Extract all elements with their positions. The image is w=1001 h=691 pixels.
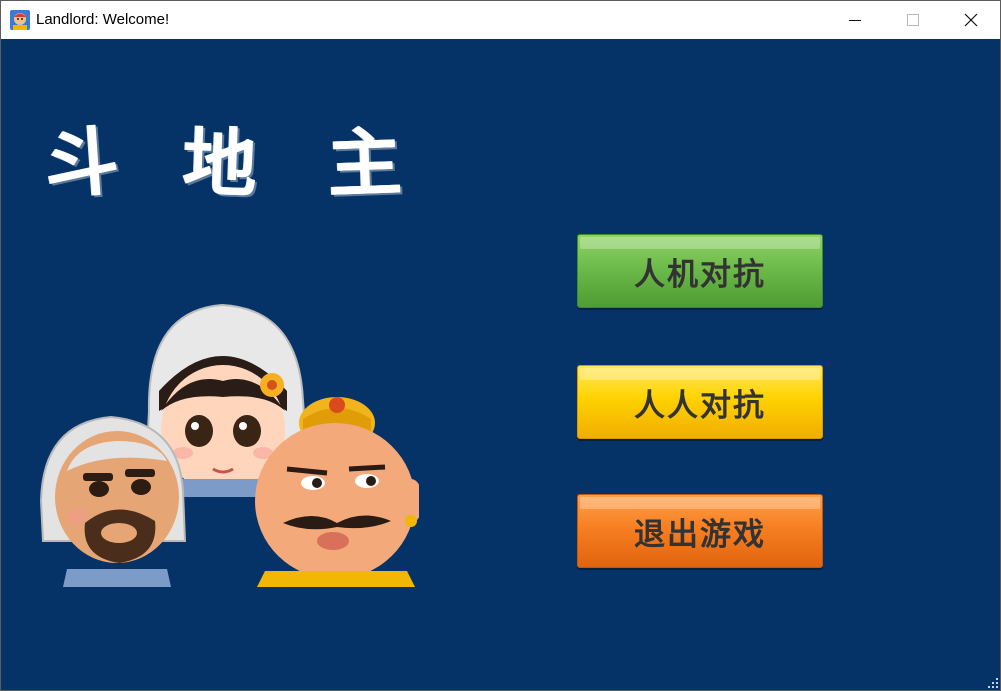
resize-grip-icon[interactable] — [988, 678, 998, 688]
button-gloss — [580, 368, 820, 380]
exit-game-label: 退出游戏 — [634, 516, 766, 553]
pvp-mode-button[interactable]: 人人对抗 — [577, 365, 823, 439]
button-gloss — [580, 237, 820, 249]
button-gloss — [580, 497, 820, 509]
maximize-button[interactable] — [884, 1, 942, 39]
title-bar[interactable]: Landlord: Welcome! — [1, 1, 1000, 39]
app-icon — [10, 10, 30, 30]
pve-mode-button[interactable]: 人机对抗 — [577, 234, 823, 308]
characters-illustration — [39, 303, 419, 587]
close-button[interactable] — [942, 1, 1000, 39]
window-title: Landlord: Welcome! — [36, 11, 170, 28]
game-window: Landlord: Welcome! 斗 地 主 人机对抗 人人对抗 退出游戏 — [0, 0, 1001, 691]
old-man-character — [39, 415, 187, 587]
pve-mode-label: 人机对抗 — [634, 256, 766, 293]
maximize-icon — [907, 14, 919, 26]
game-title-char-2: 地 — [181, 119, 259, 209]
minimize-button[interactable] — [826, 1, 884, 39]
game-title: 斗 地 主 — [42, 118, 423, 210]
game-title-char-1: 斗 — [42, 118, 122, 210]
close-icon — [964, 13, 978, 27]
game-title-char-3: 主 — [326, 119, 404, 209]
pvp-mode-label: 人人对抗 — [634, 387, 766, 424]
exit-game-button[interactable]: 退出游戏 — [577, 494, 823, 568]
main-menu-screen: 斗 地 主 人机对抗 人人对抗 退出游戏 — [1, 39, 1000, 690]
minimize-icon — [849, 20, 861, 21]
